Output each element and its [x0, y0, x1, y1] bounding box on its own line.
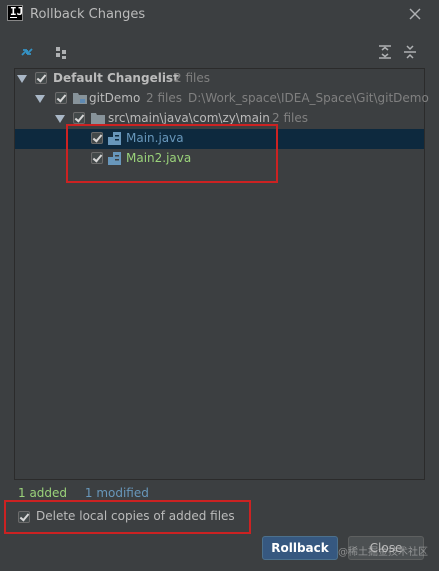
rollback-button[interactable]: Rollback	[262, 536, 338, 560]
chevron-down-icon[interactable]	[55, 115, 65, 123]
package-checkbox[interactable]	[73, 112, 85, 124]
package-count: 2 files	[272, 111, 308, 125]
title-bar: IJ Rollback Changes	[0, 0, 439, 30]
modified-count: 1 modified	[84, 486, 149, 500]
status-line: 1 added 1 modified	[18, 486, 149, 500]
close-icon[interactable]	[406, 5, 424, 23]
changelist-row[interactable]: Default Changelist 2 files	[15, 69, 424, 89]
module-path: D:\Work_space\IDEA_Space\Git\gitDemo	[188, 91, 429, 105]
collapse-all-icon[interactable]	[400, 42, 420, 62]
module-label: gitDemo	[89, 91, 141, 105]
intellij-logo-icon: IJ	[7, 5, 23, 21]
changelist-count: 2 files	[174, 71, 210, 85]
show-diff-icon[interactable]	[17, 42, 37, 62]
watermark: @稀土掘金技术社区	[338, 547, 428, 558]
module-row[interactable]: gitDemo 2 files D:\Work_space\IDEA_Space…	[15, 89, 429, 109]
chevron-down-icon[interactable]	[17, 75, 27, 83]
toolbar	[0, 38, 439, 66]
highlight-box-files	[66, 124, 278, 183]
folder-icon	[91, 113, 105, 124]
changelist-label: Default Changelist	[53, 71, 179, 85]
added-count: 1 added	[18, 486, 68, 500]
changelist-checkbox[interactable]	[35, 72, 47, 84]
highlight-box-option	[4, 500, 251, 534]
chevron-down-icon[interactable]	[35, 95, 45, 103]
module-checkbox[interactable]	[55, 92, 67, 104]
window-title: Rollback Changes	[30, 7, 146, 22]
module-folder-icon	[73, 93, 87, 104]
expand-all-icon[interactable]	[375, 42, 395, 62]
module-count: 2 files	[146, 91, 182, 105]
package-label: src\main\java\com\zy\main	[108, 111, 270, 125]
group-by-icon[interactable]	[52, 42, 72, 62]
